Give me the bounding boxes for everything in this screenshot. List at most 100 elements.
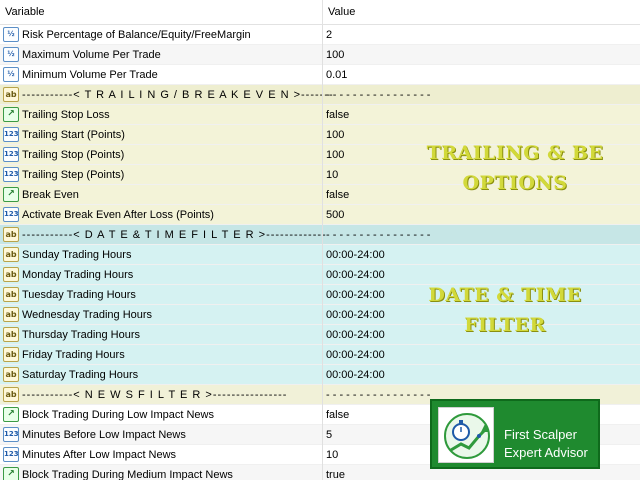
- variable-value[interactable]: 00:00-24:00: [326, 365, 385, 385]
- variable-name: Block Trading During Medium Impact News: [22, 469, 233, 480]
- table-row[interactable]: ab Sunday Trading Hours 00:00-24:00: [0, 245, 640, 265]
- table-row[interactable]: ab -----------< D A T E & T I M E F I L T…: [0, 225, 640, 245]
- variable-value[interactable]: 10: [326, 165, 338, 185]
- string-icon: ab: [3, 367, 19, 382]
- column-divider: [322, 185, 323, 205]
- column-divider: [322, 465, 323, 480]
- variable-name: Break Even: [22, 189, 79, 201]
- variable-value[interactable]: 10: [326, 445, 338, 465]
- string-icon: ab: [3, 247, 19, 262]
- trailing-caption-line1: TRAILING & BE: [426, 142, 604, 164]
- string-icon: ab: [3, 307, 19, 322]
- column-divider: [322, 285, 323, 305]
- table-row[interactable]: ab Friday Trading Hours 00:00-24:00: [0, 345, 640, 365]
- variable-value[interactable]: false: [326, 185, 349, 205]
- variable-value[interactable]: 2: [326, 25, 332, 45]
- integer-icon: 123: [3, 427, 19, 442]
- variable-name: -----------< D A T E & T I M E F I L T E…: [22, 229, 327, 241]
- date-caption-line2: FILTER: [464, 314, 546, 336]
- table-row[interactable]: ½ Maximum Volume Per Trade 100: [0, 45, 640, 65]
- variable-value[interactable]: 00:00-24:00: [326, 245, 385, 265]
- column-header-value[interactable]: Value: [328, 0, 355, 25]
- badge-title: First Scalper: [504, 427, 577, 442]
- column-divider: [322, 425, 323, 445]
- variable-name: Trailing Start (Points): [22, 129, 125, 141]
- variable-name: Thursday Trading Hours: [22, 329, 140, 341]
- variable-value[interactable]: - - - - - - - - - - - - - - - -: [326, 385, 430, 405]
- bool-icon: ↗: [3, 187, 19, 202]
- date-time-filter-caption: DATE & TIME FILTER: [385, 280, 625, 340]
- first-scalper-badge: First Scalper Expert Advisor: [430, 399, 600, 469]
- variable-value[interactable]: false: [326, 405, 349, 425]
- column-divider: [322, 245, 323, 265]
- fraction-icon: ½: [3, 27, 19, 42]
- variable-value[interactable]: 100: [326, 45, 344, 65]
- variable-name: Maximum Volume Per Trade: [22, 49, 161, 61]
- table-row[interactable]: ½ Risk Percentage of Balance/Equity/FreeM…: [0, 25, 640, 45]
- column-header-variable[interactable]: Variable: [5, 0, 45, 25]
- variable-value[interactable]: false: [326, 105, 349, 125]
- table-row[interactable]: ½ Minimum Volume Per Trade 0.01: [0, 65, 640, 85]
- bool-icon: ↗: [3, 407, 19, 422]
- column-divider: [322, 125, 323, 145]
- column-divider: [322, 305, 323, 325]
- variable-value[interactable]: 500: [326, 205, 344, 225]
- string-icon: ab: [3, 267, 19, 282]
- column-divider: [322, 325, 323, 345]
- variable-name: -----------< T R A I L I N G / B R E A K…: [22, 89, 334, 101]
- variable-value[interactable]: 00:00-24:00: [326, 285, 385, 305]
- string-icon: ab: [3, 327, 19, 342]
- trailing-options-caption: TRAILING & BE OPTIONS: [395, 138, 635, 198]
- column-divider: [322, 65, 323, 85]
- date-caption-line1: DATE & TIME: [428, 284, 582, 306]
- variable-name: Minimum Volume Per Trade: [22, 69, 158, 81]
- table-header: Variable Value: [0, 0, 640, 25]
- variable-name: Block Trading During Low Impact News: [22, 409, 214, 421]
- variable-value[interactable]: 00:00-24:00: [326, 325, 385, 345]
- variable-value[interactable]: true: [326, 465, 345, 480]
- variable-value[interactable]: - - - - - - - - - - - - - - - -: [326, 85, 430, 105]
- variable-name: Minutes Before Low Impact News: [22, 429, 186, 441]
- variable-value[interactable]: 5: [326, 425, 332, 445]
- table-row[interactable]: ab -----------< T R A I L I N G / B R E A…: [0, 85, 640, 105]
- stopwatch-chart-icon: [438, 407, 494, 463]
- fraction-icon: ½: [3, 67, 19, 82]
- variable-name: Activate Break Even After Loss (Points): [22, 209, 214, 221]
- badge-subtitle: Expert Advisor: [504, 445, 588, 460]
- variable-value[interactable]: - - - - - - - - - - - - - - - -: [326, 225, 430, 245]
- variable-value[interactable]: 00:00-24:00: [326, 305, 385, 325]
- variable-name: Trailing Step (Points): [22, 169, 125, 181]
- bool-icon: ↗: [3, 467, 19, 480]
- table-row[interactable]: ab Saturday Trading Hours 00:00-24:00: [0, 365, 640, 385]
- variable-value[interactable]: 00:00-24:00: [326, 345, 385, 365]
- variable-name: Saturday Trading Hours: [22, 369, 139, 381]
- variable-name: Risk Percentage of Balance/Equity/FreeMa…: [22, 29, 251, 41]
- string-icon: ab: [3, 227, 19, 242]
- string-icon: ab: [3, 347, 19, 362]
- variable-name: Friday Trading Hours: [22, 349, 125, 361]
- column-divider: [322, 25, 323, 45]
- integer-icon: 123: [3, 207, 19, 222]
- column-divider: [322, 405, 323, 425]
- column-divider: [322, 365, 323, 385]
- variable-value[interactable]: 00:00-24:00: [326, 265, 385, 285]
- variable-name: Wednesday Trading Hours: [22, 309, 153, 321]
- variable-value[interactable]: 100: [326, 145, 344, 165]
- integer-icon: 123: [3, 167, 19, 182]
- table-row[interactable]: ↗ Trailing Stop Loss false: [0, 105, 640, 125]
- variable-name: -----------< N E W S F I L T E R >------…: [22, 389, 288, 401]
- table-row[interactable]: 123 Activate Break Even After Loss (Point…: [0, 205, 640, 225]
- variable-name: Sunday Trading Hours: [22, 249, 132, 261]
- variable-name: Minutes After Low Impact News: [22, 449, 177, 461]
- variable-name: Monday Trading Hours: [22, 269, 134, 281]
- integer-icon: 123: [3, 447, 19, 462]
- variable-value[interactable]: 100: [326, 125, 344, 145]
- column-divider: [322, 45, 323, 65]
- column-divider: [322, 105, 323, 125]
- string-icon: ab: [3, 87, 19, 102]
- column-divider: [322, 345, 323, 365]
- variable-name: Tuesday Trading Hours: [22, 289, 136, 301]
- fraction-icon: ½: [3, 47, 19, 62]
- variable-value[interactable]: 0.01: [326, 65, 347, 85]
- integer-icon: 123: [3, 127, 19, 142]
